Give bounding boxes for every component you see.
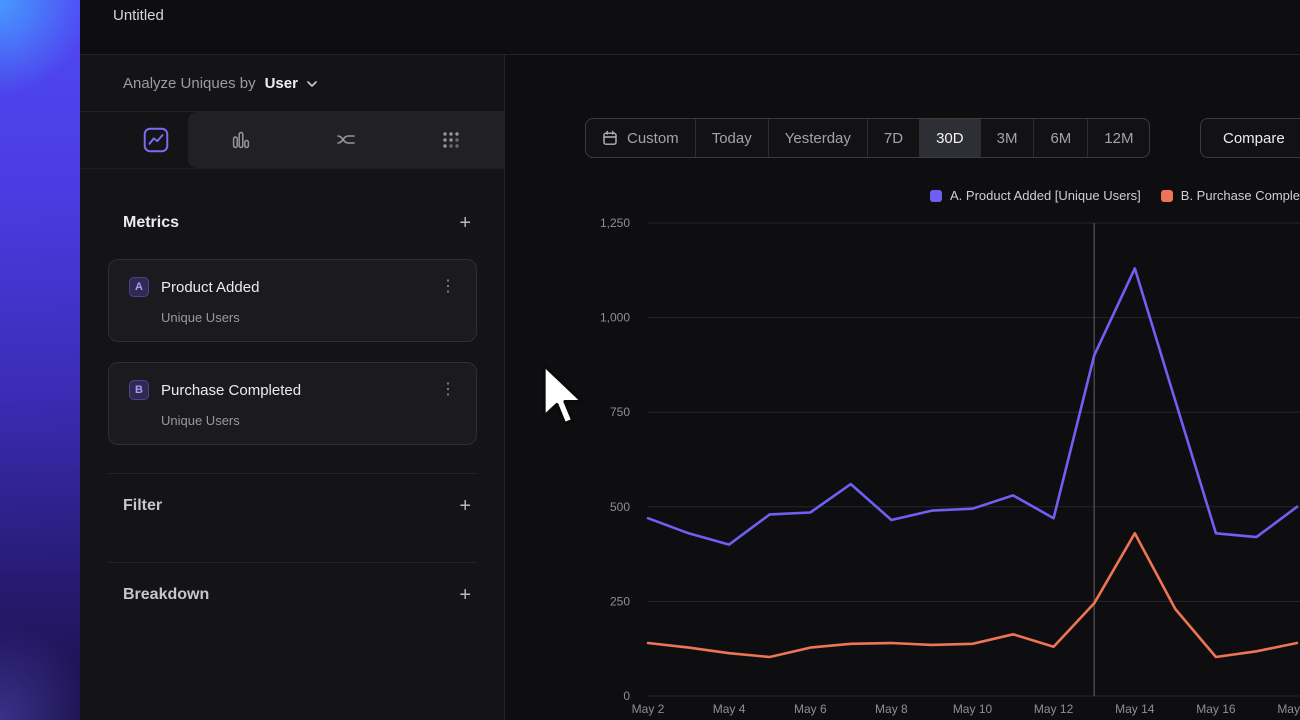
line-chart[interactable]: 0 250 500 750 1,000 1,250 May 2 May 4 May 6 May 8…	[585, 210, 1300, 720]
tab-flows[interactable]	[293, 112, 398, 168]
range-30d-active[interactable]: 30D	[920, 119, 981, 157]
range-3m[interactable]: 3M	[981, 119, 1035, 157]
legend-swatch-b	[1161, 190, 1173, 202]
mouse-cursor	[535, 362, 589, 439]
compare-button[interactable]: Compare	[1200, 118, 1300, 158]
svg-text:May 18: May 18	[1277, 702, 1300, 716]
svg-text:May 14: May 14	[1115, 702, 1155, 716]
metric-card-row: A Product Added ⋮	[129, 277, 462, 297]
svg-text:750: 750	[610, 405, 630, 419]
svg-text:500: 500	[610, 500, 630, 514]
breakdown-section: Breakdown +	[108, 562, 477, 629]
svg-text:0: 0	[623, 689, 630, 703]
svg-text:May 2: May 2	[632, 702, 665, 716]
kebab-menu-icon[interactable]: ⋮	[434, 381, 462, 399]
flows-icon	[334, 128, 358, 152]
retention-grid-icon	[439, 128, 463, 152]
add-metric-button[interactable]: +	[453, 213, 477, 233]
metrics-label: Metrics	[123, 214, 179, 232]
legend-item-b[interactable]: B. Purchase Completed [Unique Users]	[1161, 188, 1300, 203]
add-filter-button[interactable]: +	[453, 496, 477, 516]
metric-card-row: B Purchase Completed ⋮	[129, 380, 462, 400]
metric-name[interactable]: Purchase Completed	[161, 382, 422, 399]
metric-badge-b: B	[129, 380, 149, 400]
calendar-icon	[602, 130, 618, 146]
metrics-section-header: Metrics +	[108, 211, 477, 235]
metric-measure-dropdown[interactable]: Unique Users	[161, 413, 462, 428]
legend-item-a[interactable]: A. Product Added [Unique Users]	[930, 188, 1141, 203]
svg-text:1,000: 1,000	[600, 311, 630, 325]
svg-text:250: 250	[610, 594, 630, 608]
app-nav-rail	[0, 0, 80, 720]
analyze-by-row: Analyze Uniques by User	[80, 55, 504, 112]
top-bar: Untitled	[80, 0, 1300, 55]
kebab-menu-icon[interactable]: ⋮	[434, 278, 462, 296]
tab-retention[interactable]	[399, 112, 504, 168]
metric-measure-dropdown[interactable]: Unique Users	[161, 310, 462, 325]
add-breakdown-button[interactable]: +	[453, 585, 477, 605]
chart-legend: A. Product Added [Unique Users] B. Purch…	[930, 188, 1300, 203]
breakdown-label: Breakdown	[123, 586, 209, 604]
line-chart-icon	[143, 127, 169, 153]
range-12m[interactable]: 12M	[1088, 119, 1149, 157]
svg-text:May 10: May 10	[953, 702, 993, 716]
sidebar-content: Metrics + A Product Added ⋮ Unique Users…	[80, 211, 504, 629]
range-6m[interactable]: 6M	[1034, 119, 1088, 157]
chevron-down-icon[interactable]	[307, 81, 317, 88]
bar-chart-icon	[229, 128, 253, 152]
date-range-segmented-control: Custom Today Yesterday 7D 30D 3M 6M 12M	[585, 118, 1150, 158]
svg-text:May 4: May 4	[713, 702, 746, 716]
report-title[interactable]: Untitled	[113, 7, 164, 24]
chart-panel: Custom Today Yesterday 7D 30D 3M 6M 12M …	[505, 55, 1300, 720]
chart-type-tabs	[80, 112, 504, 169]
tab-line-chart[interactable]	[123, 112, 188, 168]
chart-type-tab-strip	[188, 112, 504, 168]
legend-swatch-a	[930, 190, 942, 202]
analyze-by-value-dropdown[interactable]: User	[265, 75, 298, 92]
range-today[interactable]: Today	[696, 119, 769, 157]
legend-label-b: B. Purchase Completed [Unique Users]	[1181, 188, 1300, 203]
svg-text:May 12: May 12	[1034, 702, 1074, 716]
query-builder-sidebar: Analyze Uniques by User	[80, 55, 505, 720]
legend-label-a: A. Product Added [Unique Users]	[950, 188, 1141, 203]
svg-text:May 8: May 8	[875, 702, 908, 716]
metric-card-purchase-completed[interactable]: B Purchase Completed ⋮ Unique Users	[108, 362, 477, 445]
range-custom-label: Custom	[627, 130, 679, 147]
svg-text:May 6: May 6	[794, 702, 827, 716]
range-7d[interactable]: 7D	[868, 119, 920, 157]
filter-section: Filter +	[108, 473, 477, 540]
analyze-by-label: Analyze Uniques by	[123, 75, 256, 92]
line-chart-area[interactable]: 0 250 500 750 1,000 1,250 May 2 May 4 May 6 May 8…	[585, 210, 1300, 720]
tab-bar-chart[interactable]	[188, 112, 293, 168]
svg-text:1,250: 1,250	[600, 216, 630, 230]
svg-text:May 16: May 16	[1196, 702, 1236, 716]
metric-card-product-added[interactable]: A Product Added ⋮ Unique Users	[108, 259, 477, 342]
filter-label: Filter	[123, 497, 162, 515]
metric-badge-a: A	[129, 277, 149, 297]
range-custom[interactable]: Custom	[586, 119, 696, 157]
range-yesterday[interactable]: Yesterday	[769, 119, 868, 157]
metric-name[interactable]: Product Added	[161, 279, 422, 296]
